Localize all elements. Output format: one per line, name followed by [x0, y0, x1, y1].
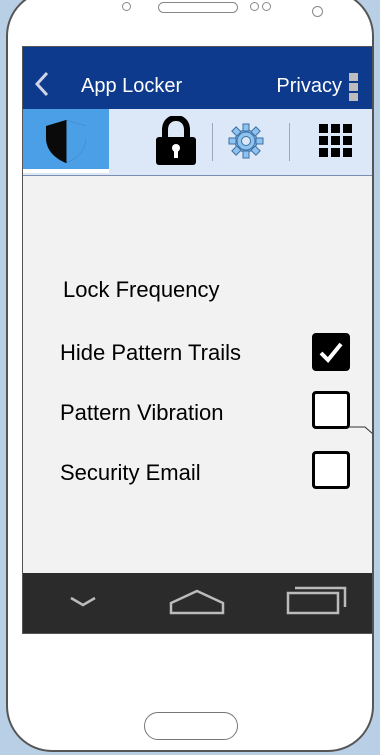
gear-icon	[228, 123, 264, 159]
tab-lock[interactable]	[141, 109, 211, 173]
system-nav-bar	[23, 573, 372, 633]
tab-divider	[212, 123, 213, 161]
lock-frequency-option[interactable]: Lock Frequency	[63, 277, 220, 303]
active-tab-indicator	[23, 169, 109, 173]
overflow-menu-icon[interactable]	[349, 73, 358, 103]
screen: App Locker Privacy Lock Frequency Hide P…	[22, 46, 373, 634]
grid-icon	[319, 124, 352, 157]
phone-frame: App Locker Privacy Lock Frequency Hide P…	[6, 0, 374, 752]
tab-bar	[23, 109, 372, 176]
hardware-home-button[interactable]	[144, 712, 238, 740]
setting-label-security-email: Security Email	[60, 460, 201, 485]
tab-apps[interactable]	[301, 109, 371, 173]
sensor-dot	[262, 2, 271, 11]
app-title: App Locker	[81, 75, 183, 97]
back-chevron-icon[interactable]	[35, 71, 49, 97]
annotation-connector-line	[349, 426, 372, 434]
setting-label-hide-pattern-trails: Hide Pattern Trails	[60, 340, 241, 365]
checkmark-icon	[319, 342, 343, 363]
privacy-menu-label[interactable]: Privacy	[276, 75, 342, 98]
tab-shield[interactable]	[23, 109, 109, 173]
speaker-grille	[158, 2, 238, 13]
back-icon[interactable]	[69, 595, 97, 609]
front-camera	[312, 6, 323, 17]
recent-apps-icon[interactable]	[285, 583, 349, 617]
app-bar: App Locker Privacy	[23, 47, 372, 109]
tab-settings[interactable]	[219, 109, 273, 173]
security-email-checkbox[interactable]	[312, 451, 350, 489]
tab-divider	[289, 123, 290, 161]
sensor-dot	[122, 2, 131, 11]
pattern-vibration-checkbox[interactable]	[312, 391, 350, 429]
sensor-dot	[250, 2, 259, 11]
lock-icon	[156, 116, 196, 165]
shield-icon	[46, 120, 86, 163]
home-icon[interactable]	[167, 587, 227, 617]
setting-label-pattern-vibration: Pattern Vibration	[60, 400, 224, 425]
hide-pattern-trails-checkbox[interactable]	[312, 333, 350, 371]
